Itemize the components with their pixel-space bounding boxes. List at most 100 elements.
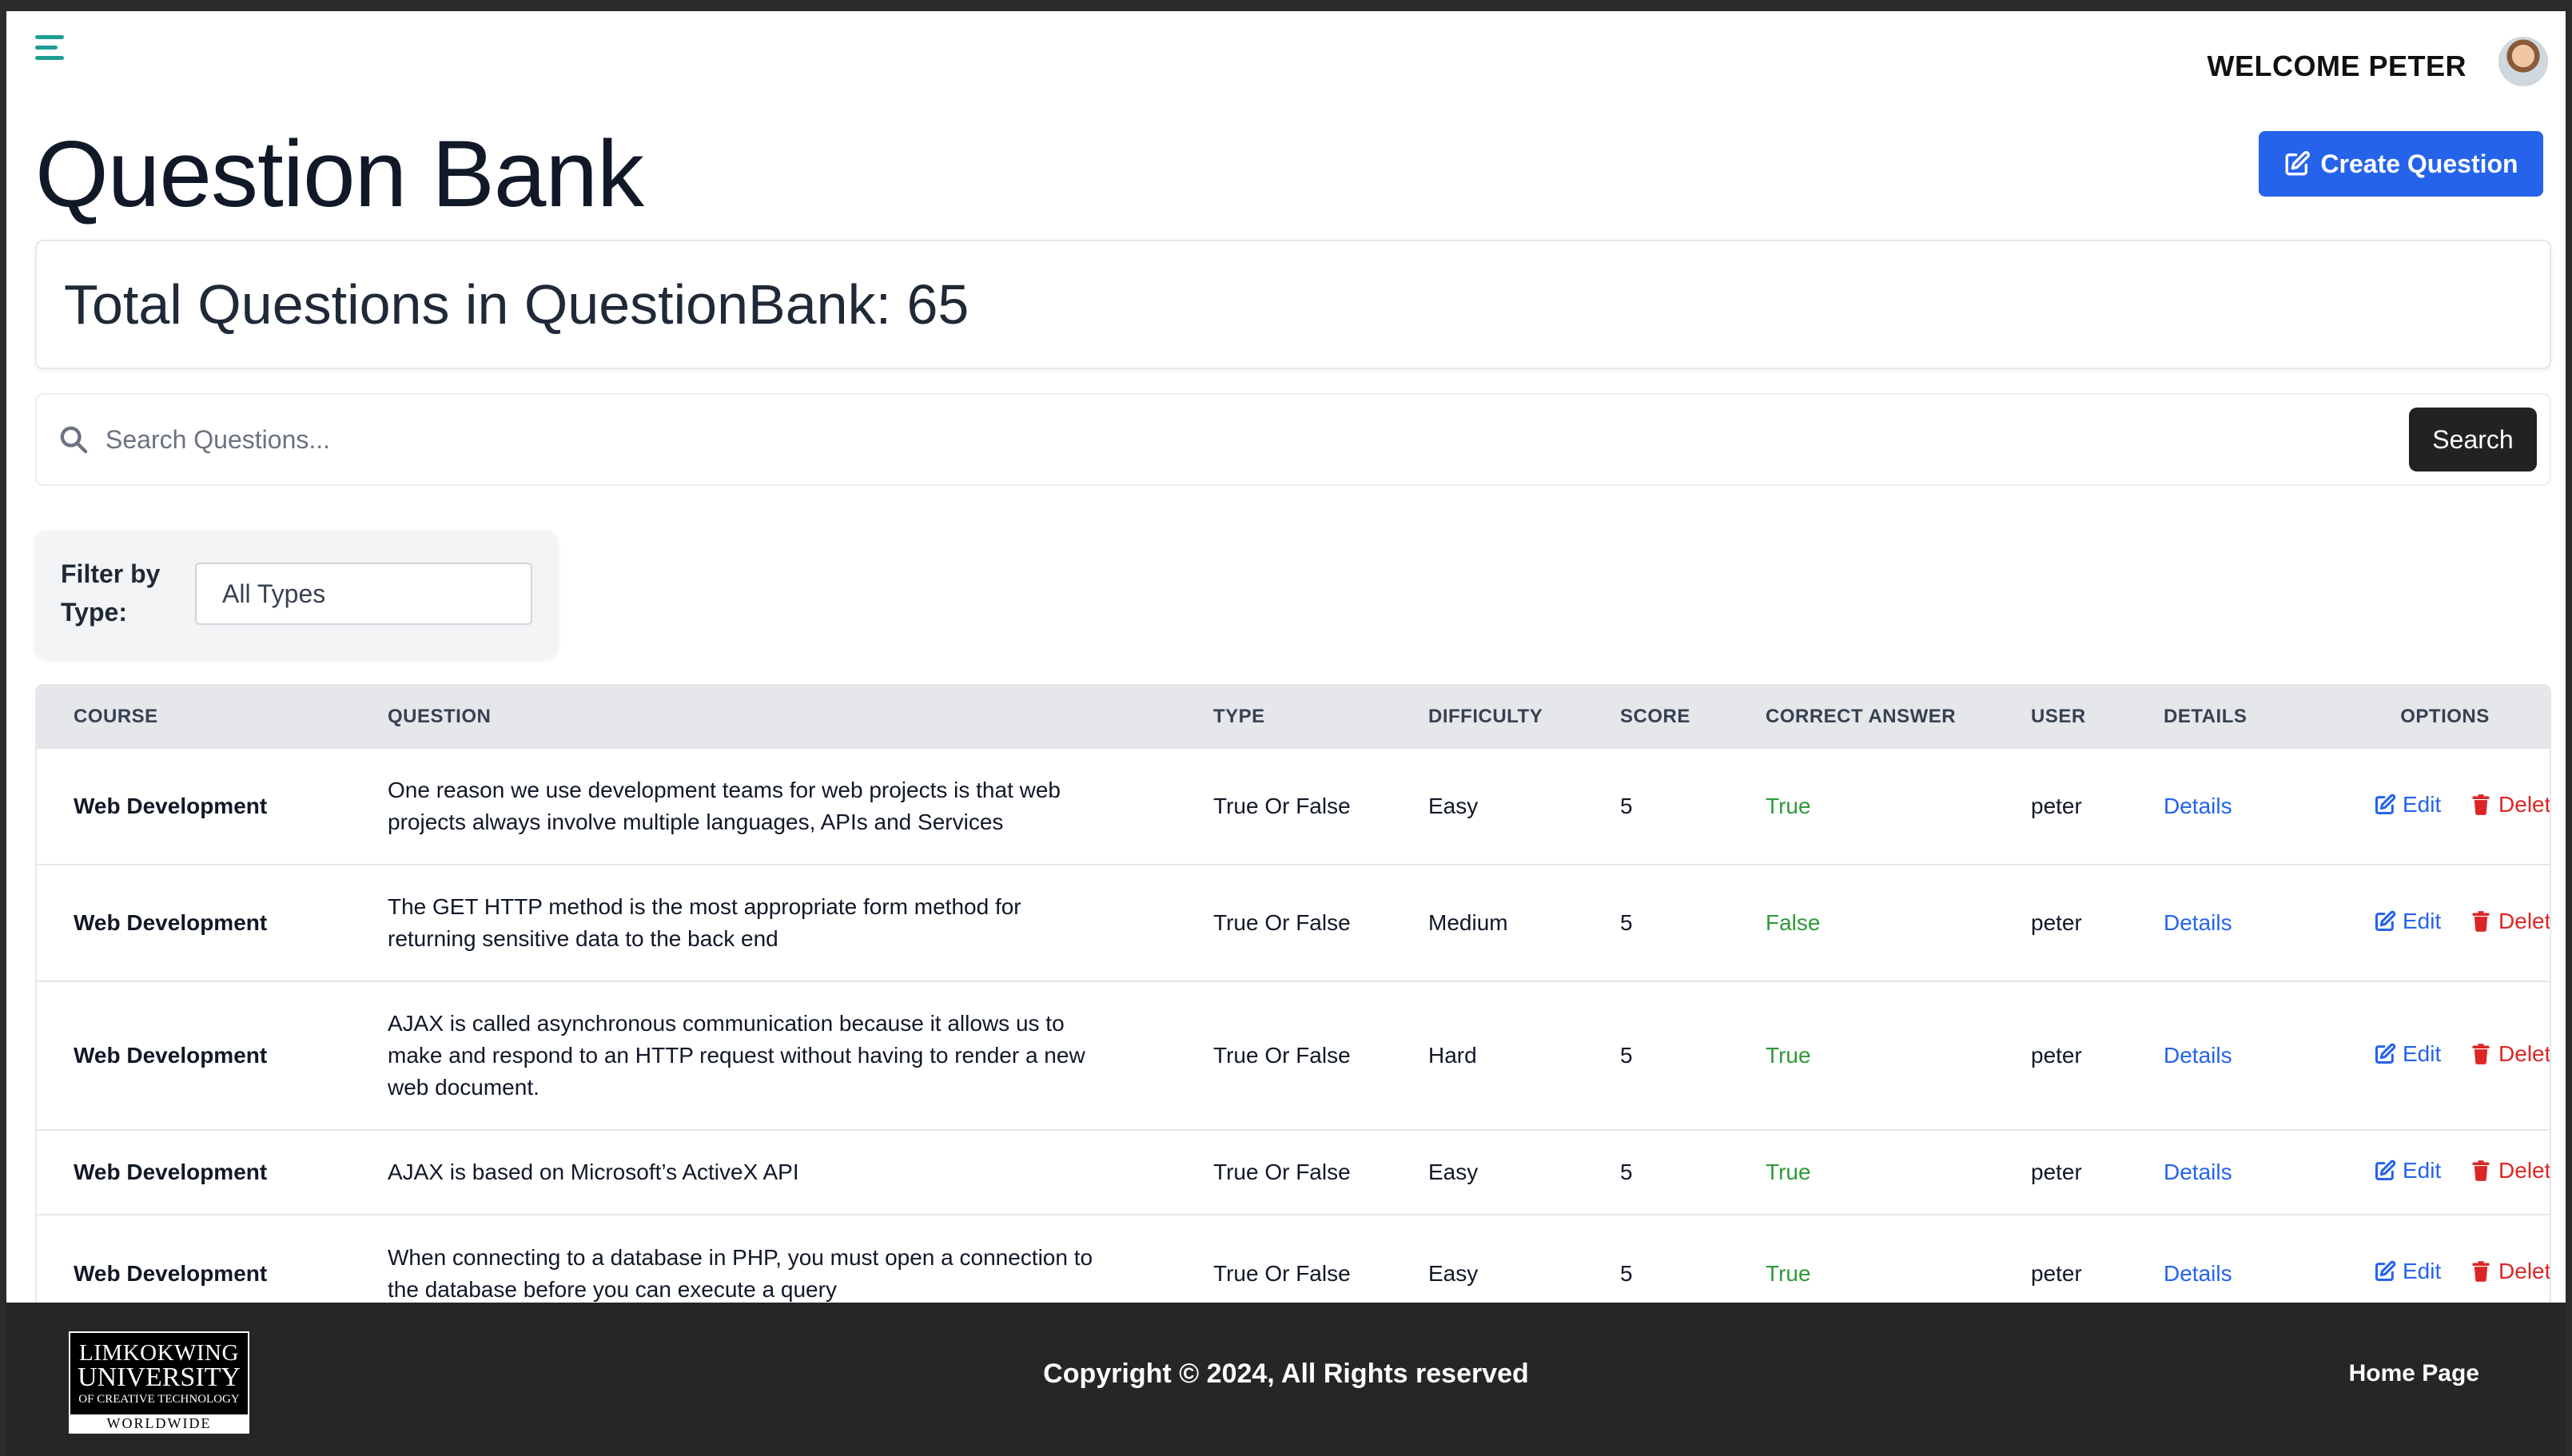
cell-difficulty: Medium <box>1392 864 1583 981</box>
cell-type: True Or False <box>1177 1214 1392 1311</box>
type-filter-select[interactable]: All Types <box>195 563 532 625</box>
cell-user: peter <box>1994 747 2127 865</box>
cell-options: Edit Delete <box>2337 1129 2550 1215</box>
cell-score: 5 <box>1583 981 1729 1130</box>
logo-line-4: WORLDWIDE <box>70 1414 248 1432</box>
edit-label: Edit <box>2403 908 2442 933</box>
delete-label: Delete <box>2498 908 2551 933</box>
questions-table: COURSE QUESTION TYPE DIFFICULTY SCORE CO… <box>35 684 2551 1312</box>
edit-button[interactable]: Edit <box>2374 1155 2441 1187</box>
table-row: Web Development The GET HTTP method is t… <box>37 864 2551 981</box>
welcome-text: WELCOME PETER <box>2207 50 2466 82</box>
cell-type: True Or False <box>1177 981 1392 1130</box>
cell-course: Web Development <box>37 747 351 865</box>
trash-icon <box>2472 1261 2490 1282</box>
cell-options: Edit Delete <box>2337 864 2551 981</box>
cell-type: True Or False <box>1177 1129 1392 1215</box>
create-question-button[interactable]: Create Question <box>2259 131 2543 197</box>
edit-label: Edit <box>2403 791 2442 817</box>
header-user: USER <box>2031 705 2086 727</box>
cell-course: Web Development <box>37 981 351 1130</box>
cell-options: Edit Delete <box>2337 1214 2551 1311</box>
details-link[interactable]: Details <box>2127 864 2337 981</box>
cell-course: Web Development <box>37 1129 351 1215</box>
delete-label: Delete <box>2498 1259 2551 1283</box>
delete-button[interactable]: Delete <box>2470 1155 2550 1187</box>
cell-correct-answer: False <box>1729 864 1994 981</box>
delete-label: Delete <box>2498 791 2551 817</box>
home-page-link[interactable]: Home Page <box>2349 1360 2479 1387</box>
delete-button[interactable]: Delete <box>2470 1038 2550 1070</box>
table-header-row: COURSE QUESTION TYPE DIFFICULTY SCORE CO… <box>37 686 2550 748</box>
cell-score: 5 <box>1583 747 1729 865</box>
cell-options: Edit Delete <box>2337 981 2550 1130</box>
cell-correct-answer: True <box>1729 1214 1994 1311</box>
trash-icon <box>2472 910 2490 932</box>
header-question: QUESTION <box>388 705 492 727</box>
trash-icon <box>2472 1043 2490 1064</box>
cell-user: peter <box>1994 1214 2127 1311</box>
trash-icon <box>2472 794 2490 815</box>
cell-difficulty: Easy <box>1392 1129 1583 1215</box>
total-questions-card: Total Questions in QuestionBank: 65 <box>35 240 2551 369</box>
cell-type: True Or False <box>1177 864 1392 981</box>
edit-button[interactable]: Edit <box>2374 1255 2441 1287</box>
header-score: SCORE <box>1620 705 1690 727</box>
edit-icon <box>2285 150 2311 176</box>
table-row: Web Development AJAX is based on Microso… <box>37 1129 2550 1215</box>
search-icon <box>60 426 88 454</box>
create-question-label: Create Question <box>2320 149 2518 178</box>
table-row: Web Development When connecting to a dat… <box>37 1214 2551 1311</box>
table-row: Web Development AJAX is called asynchron… <box>37 981 2550 1130</box>
edit-icon <box>2375 1260 2396 1282</box>
delete-button[interactable]: Delete <box>2470 1255 2551 1287</box>
header-options: OPTIONS <box>2400 705 2490 727</box>
cell-user: peter <box>1994 981 2127 1130</box>
total-questions-text: Total Questions in QuestionBank: 65 <box>64 273 969 336</box>
delete-button[interactable]: Delete <box>2470 789 2551 821</box>
cell-question: One reason we use development teams for … <box>351 747 1177 865</box>
cell-question: AJAX is based on Microsoft’s ActiveX API <box>351 1129 1177 1215</box>
search-button[interactable]: Search <box>2409 408 2537 471</box>
cell-user: peter <box>1994 1129 2127 1215</box>
cell-difficulty: Easy <box>1392 747 1583 865</box>
header-type: TYPE <box>1213 705 1265 727</box>
cell-correct-answer: True <box>1729 1129 1994 1215</box>
edit-icon <box>2375 1043 2396 1064</box>
edit-button[interactable]: Edit <box>2374 789 2441 821</box>
page-title: Question Bank <box>35 121 644 227</box>
edit-button[interactable]: Edit <box>2374 905 2441 937</box>
edit-button[interactable]: Edit <box>2374 1038 2441 1070</box>
logo-line-3: OF CREATIVE TECHNOLOGY <box>78 1393 240 1406</box>
cell-question: When connecting to a database in PHP, yo… <box>351 1214 1177 1311</box>
cell-question: The GET HTTP method is the most appropri… <box>351 864 1177 981</box>
hamburger-menu-icon[interactable] <box>35 35 70 67</box>
details-link[interactable]: Details <box>2127 1129 2337 1215</box>
details-link[interactable]: Details <box>2127 981 2337 1130</box>
header-details: DETAILS <box>2164 705 2248 727</box>
cell-difficulty: Easy <box>1392 1214 1583 1311</box>
details-link[interactable]: Details <box>2127 747 2337 865</box>
cell-score: 5 <box>1583 1214 1729 1311</box>
cell-type: True Or False <box>1177 747 1392 865</box>
cell-course: Web Development <box>37 864 351 981</box>
edit-icon <box>2375 1160 2396 1180</box>
search-bar: Search <box>35 393 2551 486</box>
edit-icon <box>2375 910 2396 931</box>
details-link[interactable]: Details <box>2127 1214 2337 1311</box>
footer: LIMKOKWING UNIVERSITY OF CREATIVE TECHNO… <box>6 1303 2566 1456</box>
cell-score: 5 <box>1583 1129 1729 1215</box>
search-input[interactable] <box>104 424 2409 455</box>
cell-score: 5 <box>1583 864 1729 981</box>
header-course: COURSE <box>74 705 158 727</box>
copyright-text: Copyright © 2024, All Rights reserved <box>1043 1359 1529 1389</box>
edit-label: Edit <box>2403 1040 2442 1066</box>
cell-options: Edit Delete <box>2337 747 2551 865</box>
user-avatar[interactable] <box>2498 37 2548 86</box>
cell-user: peter <box>1994 864 2127 981</box>
filter-label: Filter by Type: <box>61 559 161 627</box>
cell-correct-answer: True <box>1729 747 1994 865</box>
cell-correct-answer: True <box>1729 981 1994 1130</box>
app-window: WELCOME PETER Question Bank Create Quest… <box>0 0 2572 1456</box>
delete-button[interactable]: Delete <box>2470 905 2551 937</box>
